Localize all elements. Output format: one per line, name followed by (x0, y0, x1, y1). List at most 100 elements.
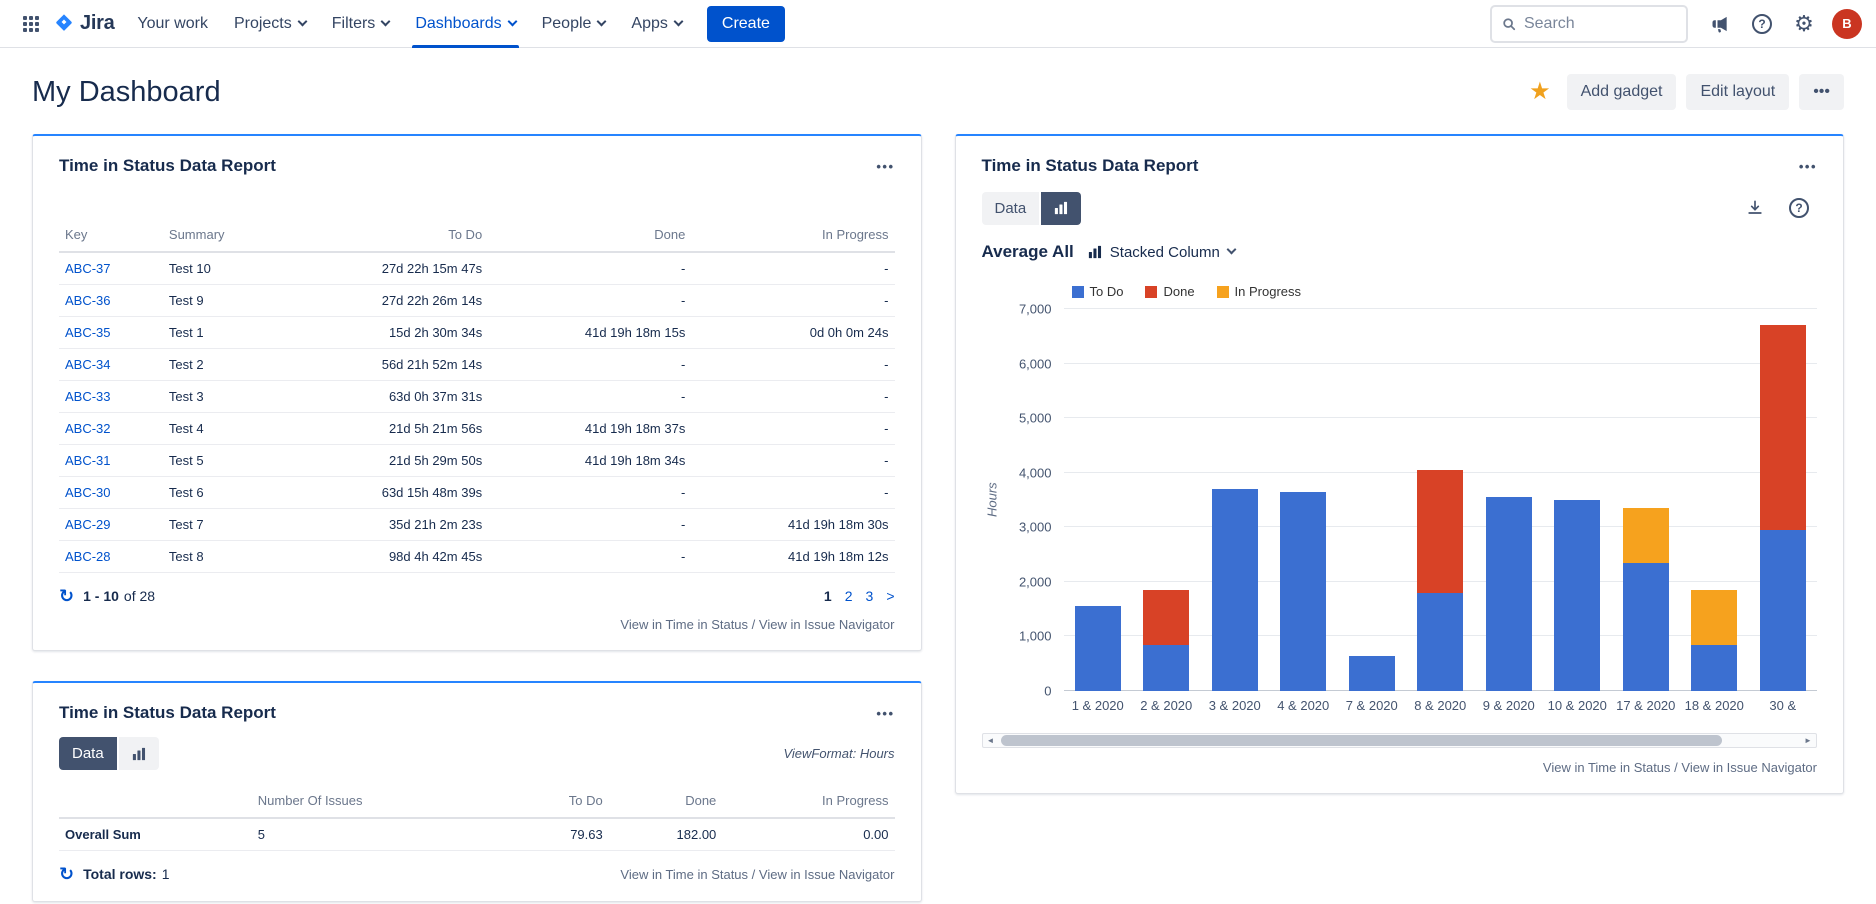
nav-item-filters[interactable]: Filters (319, 0, 403, 48)
nav-item-apps[interactable]: Apps (618, 0, 694, 48)
stacked-bar[interactable] (1623, 309, 1669, 691)
gadget-footer-links: View in Time in Status / View in Issue N… (59, 617, 895, 632)
page-number[interactable]: 3 (866, 588, 874, 604)
table-cell: ABC-34 (59, 349, 163, 381)
help-button[interactable]: ? (1744, 6, 1780, 42)
dashboard-more-button[interactable]: ••• (1799, 74, 1844, 110)
table-cell: - (691, 285, 894, 317)
sum-value: 0.00 (722, 818, 894, 851)
jira-logo[interactable]: Jira (48, 12, 124, 35)
chart-view-toggle[interactable] (119, 737, 159, 770)
view-in-issue-navigator-link[interactable]: View in Issue Navigator (759, 617, 895, 632)
create-button[interactable]: Create (707, 6, 785, 42)
nav-item-your-work[interactable]: Your work (124, 0, 221, 48)
table-row: ABC-32Test 421d 5h 21m 56s41d 19h 18m 37… (59, 413, 895, 445)
data-view-toggle[interactable]: Data (59, 737, 117, 770)
stacked-bar[interactable] (1349, 309, 1395, 691)
view-in-issue-navigator-link[interactable]: View in Issue Navigator (759, 867, 895, 882)
add-gadget-button[interactable]: Add gadget (1567, 74, 1677, 110)
issue-key-link[interactable]: ABC-29 (65, 517, 111, 532)
stacked-bar[interactable] (1486, 309, 1532, 691)
refresh-icon[interactable]: ↻ (59, 865, 74, 883)
table-cell: ABC-35 (59, 317, 163, 349)
table-row: ABC-28Test 898d 4h 42m 45s-41d 19h 18m 1… (59, 541, 895, 573)
chart-view-toggle[interactable] (1041, 192, 1081, 225)
stacked-bar[interactable] (1280, 309, 1326, 691)
issue-key-link[interactable]: ABC-37 (65, 261, 111, 276)
scroll-right-icon[interactable]: ► (1800, 733, 1816, 748)
table-cell: Test 2 (163, 349, 285, 381)
stacked-bar[interactable] (1691, 309, 1737, 691)
gadget-more-icon[interactable]: ••• (876, 706, 894, 721)
view-in-time-in-status-link[interactable]: View in Time in Status (1543, 760, 1671, 775)
view-in-time-in-status-link[interactable]: View in Time in Status (620, 617, 748, 632)
view-in-time-in-status-link[interactable]: View in Time in Status (620, 867, 748, 882)
issue-key-link[interactable]: ABC-35 (65, 325, 111, 340)
app-switcher-icon[interactable] (14, 7, 48, 41)
search-input[interactable] (1524, 15, 1676, 33)
issue-key-link[interactable]: ABC-32 (65, 421, 111, 436)
view-toggle-group: Data (982, 192, 1082, 225)
stacked-bar[interactable] (1554, 309, 1600, 691)
issue-key-link[interactable]: ABC-36 (65, 293, 111, 308)
refresh-icon[interactable]: ↻ (59, 587, 74, 605)
user-avatar[interactable]: B (1832, 9, 1862, 39)
table-cell: 41d 19h 18m 30s (691, 509, 894, 541)
stacked-bar[interactable] (1143, 309, 1189, 691)
scroll-left-icon[interactable]: ◄ (983, 733, 999, 748)
issue-key-link[interactable]: ABC-34 (65, 357, 111, 372)
table-cell: - (691, 349, 894, 381)
x-axis-spacer (982, 698, 1064, 713)
settings-button[interactable]: ⚙ (1786, 6, 1822, 42)
data-view-toggle[interactable]: Data (982, 192, 1040, 225)
table-cell: 41d 19h 18m 12s (691, 541, 894, 573)
sum-value: 79.63 (508, 818, 609, 851)
pagination-next-icon[interactable]: > (886, 588, 894, 604)
stacked-bar[interactable] (1417, 309, 1463, 691)
issue-key-link[interactable]: ABC-33 (65, 389, 111, 404)
stacked-bar[interactable] (1075, 309, 1121, 691)
issue-key-link[interactable]: ABC-28 (65, 549, 111, 564)
announcements-button[interactable] (1702, 6, 1738, 42)
issue-key-link[interactable]: ABC-30 (65, 485, 111, 500)
megaphone-icon (1710, 14, 1730, 34)
issue-key-link[interactable]: ABC-31 (65, 453, 111, 468)
nav-item-people[interactable]: People (529, 0, 619, 48)
y-tick-label: 1,000 (1019, 629, 1052, 644)
bar-slot (1064, 309, 1133, 691)
gear-icon: ⚙ (1794, 13, 1814, 35)
page-number[interactable]: 2 (845, 588, 853, 604)
edit-layout-button[interactable]: Edit layout (1686, 74, 1789, 110)
gadget-more-icon[interactable]: ••• (1799, 159, 1817, 174)
gadget-title: Time in Status Data Report (982, 156, 1199, 176)
chevron-down-icon (297, 16, 307, 26)
view-in-issue-navigator-link[interactable]: View in Issue Navigator (1681, 760, 1817, 775)
help-icon: ? (1752, 14, 1772, 34)
legend-item: In Progress (1217, 284, 1301, 299)
page-title: My Dashboard (32, 76, 221, 109)
scrollbar-thumb[interactable] (1001, 735, 1722, 746)
page-number[interactable]: 1 (824, 588, 832, 604)
bar-slot (1612, 309, 1681, 691)
favorite-star-icon[interactable]: ★ (1523, 80, 1557, 104)
chart-type-dropdown[interactable]: Stacked Column (1088, 244, 1235, 261)
scrollbar-track[interactable] (999, 734, 1801, 747)
chart-horizontal-scrollbar[interactable]: ◄ ► (982, 733, 1818, 748)
legend-item: To Do (1072, 284, 1124, 299)
sum-row-label: Overall Sum (59, 818, 252, 851)
export-button[interactable] (1737, 190, 1773, 226)
nav-item-dashboards[interactable]: Dashboards (402, 0, 528, 48)
chart-help-button[interactable]: ? (1781, 190, 1817, 226)
nav-item-projects[interactable]: Projects (221, 0, 319, 48)
stacked-bar[interactable] (1760, 309, 1806, 691)
status-report-table: KeySummaryTo DoDoneIn Progress ABC-37Tes… (59, 218, 895, 573)
link-separator: / (1671, 760, 1682, 775)
stacked-bar[interactable] (1212, 309, 1258, 691)
gadget-more-icon[interactable]: ••• (876, 159, 894, 174)
chart-legend: To DoDoneIn Progress (1072, 284, 1818, 299)
y-tick-label: 6,000 (1019, 356, 1052, 371)
status-report-tbody: ABC-37Test 1027d 22h 15m 47s--ABC-36Test… (59, 252, 895, 573)
search-box[interactable] (1490, 5, 1688, 43)
y-tick-label: 7,000 (1019, 302, 1052, 317)
bar-slot (1201, 309, 1270, 691)
